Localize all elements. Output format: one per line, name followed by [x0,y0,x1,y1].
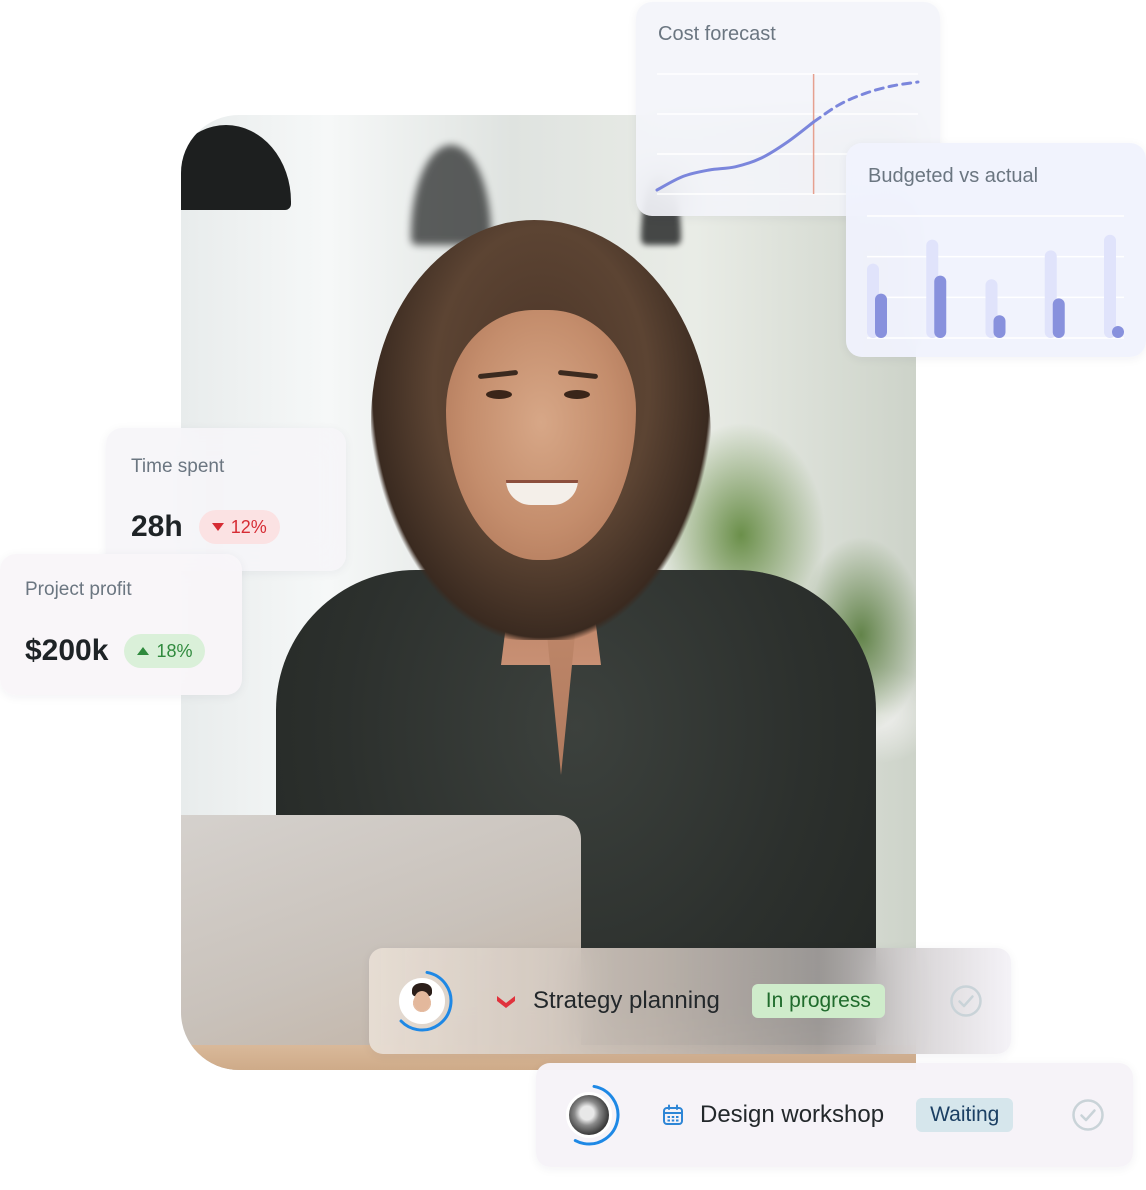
hero-photo [181,115,916,1070]
series-line-actual [655,120,816,192]
project-profit-card[interactable]: Project profit $200k 18% [0,554,242,695]
bar-actual [934,275,947,338]
pendant-lamp [181,125,291,210]
avatar [566,1092,612,1138]
status-badge[interactable]: Waiting [916,1098,1014,1132]
priority-chevron-icon [495,990,517,1012]
eyebrow [557,369,599,380]
time-spent-card[interactable]: Time spent 28h 12% [106,428,346,571]
time-spent-metric: 28h 12% [131,510,280,544]
series-line-forecast [812,80,920,124]
task-name: Strategy planning [533,987,720,1014]
eyebrow [477,369,519,380]
eye [564,390,590,399]
project-profit-metric: $200k 18% [25,634,206,668]
time-spent-delta-badge: 12% [198,510,280,544]
calendar-icon [662,1104,684,1126]
pendant-lamp [411,145,491,245]
avatar [399,978,445,1024]
complete-check-icon[interactable] [949,984,983,1018]
time-spent-delta: 12% [230,516,267,537]
time-spent-value: 28h [131,510,183,543]
project-profit-title: Project profit [25,579,132,600]
arrow-up-icon [137,647,150,655]
arrow-down-icon [211,523,224,531]
project-profit-value: $200k [25,634,109,667]
bar-actual [1052,298,1065,338]
task-row[interactable]: Design workshop Waiting [536,1063,1133,1167]
complete-check-icon[interactable] [1071,1098,1105,1132]
budgeted-vs-actual-card[interactable]: Budgeted vs actual [846,143,1146,357]
eye [486,390,512,399]
status-badge[interactable]: In progress [751,984,885,1018]
project-profit-delta: 18% [156,640,193,661]
time-spent-title: Time spent [131,456,225,477]
bar-actual [875,293,887,338]
bar-actual [1112,326,1124,338]
smile [506,480,578,505]
task-row[interactable]: Strategy planning In progress [369,948,1011,1054]
bar-budgeted [1104,234,1116,338]
task-name: Design workshop [700,1101,885,1128]
project-profit-delta-badge: 18% [124,634,206,668]
assignee-avatar-with-progress [558,1084,620,1146]
budgeted-vs-actual-title: Budgeted vs actual [868,165,1039,187]
bar-actual [993,315,1006,338]
assignee-avatar-with-progress [391,970,453,1032]
cost-forecast-title: Cost forecast [658,23,776,45]
